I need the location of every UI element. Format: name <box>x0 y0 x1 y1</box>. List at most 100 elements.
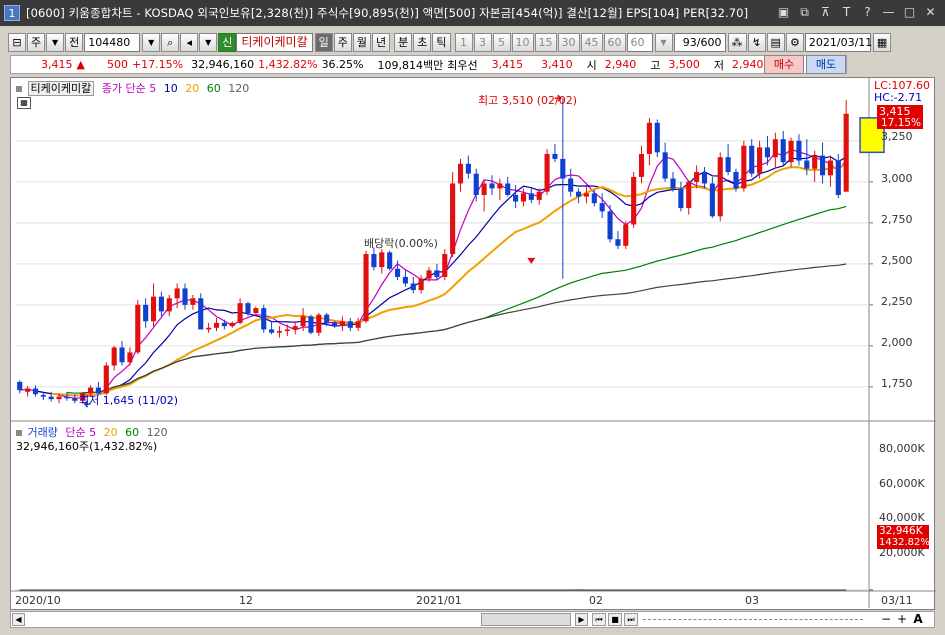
candle <box>820 155 826 176</box>
volume-tick: 80,000K <box>879 442 925 455</box>
zoom-out-icon[interactable]: − <box>879 612 893 626</box>
help-icon[interactable]: ? <box>859 4 876 21</box>
close-icon[interactable]: ✕ <box>922 4 939 21</box>
zoom-in-icon[interactable]: + <box>895 612 909 626</box>
minute-option-45[interactable]: 45 <box>580 32 603 52</box>
stock-name[interactable]: 티케이케미칼 <box>236 32 313 52</box>
auto-scale-icon[interactable]: A <box>911 612 925 626</box>
candle <box>402 276 408 284</box>
minute-option-15[interactable]: 15 <box>534 32 557 52</box>
candle <box>355 321 361 328</box>
chart-type-icon[interactable]: ↯ <box>747 32 766 52</box>
period-dropdown[interactable]: 주 <box>27 32 46 52</box>
candle <box>64 396 70 399</box>
candle <box>40 395 46 397</box>
stock-code-input[interactable]: 104480 <box>84 32 141 52</box>
candle <box>387 252 393 269</box>
sell-button[interactable]: 매도 <box>806 55 846 74</box>
maximize-icon[interactable]: □ <box>901 4 918 21</box>
candle <box>206 327 212 330</box>
minute-option-10[interactable]: 10 <box>511 32 534 52</box>
link-icon[interactable]: ▣ <box>775 4 792 21</box>
candlestick-chart[interactable] <box>11 78 936 611</box>
candle <box>324 314 330 323</box>
price-tick: 2,500 <box>881 254 913 267</box>
minute-option-5[interactable]: 5 <box>492 32 511 52</box>
candle <box>717 157 723 217</box>
minute-dropdown-icon[interactable]: ▼ <box>654 32 673 52</box>
speaker-icon[interactable]: ◂ <box>180 32 199 52</box>
prev-button[interactable]: 전 <box>65 32 84 52</box>
low-price: 2,940 <box>732 58 764 71</box>
data-table-icon[interactable]: ▦ <box>17 97 31 109</box>
date-input[interactable]: 2021/03/11 <box>804 32 872 52</box>
candle <box>568 178 574 192</box>
stop-icon[interactable]: ■ <box>608 613 622 626</box>
legend-ma10: 10 <box>163 82 178 95</box>
high-label: 고 <box>650 58 661 72</box>
date-tick: 03/11 <box>881 594 913 607</box>
count-input[interactable]: 93/600 <box>673 32 726 52</box>
candle <box>670 178 676 189</box>
minute-value-input[interactable]: 60 <box>626 32 653 52</box>
date-tick: 2020/10 <box>15 594 61 607</box>
tab-tick[interactable]: 틱 <box>432 32 451 52</box>
minute-option-30[interactable]: 30 <box>557 32 580 52</box>
search-icon[interactable]: ⌕ <box>161 32 180 52</box>
settings-gear-icon[interactable]: ⚙ <box>785 32 804 52</box>
candle <box>371 254 377 268</box>
indicator-icon[interactable]: ⁂ <box>727 32 747 52</box>
layout-icon[interactable]: ⊟ <box>8 32 26 52</box>
rewind-icon[interactable]: ⏮ <box>592 613 606 626</box>
shin-button[interactable]: 신 <box>218 32 237 52</box>
period-dropdown-arrow-icon[interactable]: ▼ <box>46 32 65 52</box>
candle <box>221 322 227 327</box>
candle <box>363 254 369 322</box>
candle <box>308 316 314 333</box>
legend-ma-prefix: 종가 단순 <box>101 82 146 95</box>
tab-year[interactable]: 년 <box>372 32 391 52</box>
percent-tag: 17.15% <box>877 117 923 129</box>
candle <box>701 172 708 184</box>
minute-option-3[interactable]: 3 <box>473 32 492 52</box>
restore-window-icon[interactable]: ⧉ <box>796 4 813 21</box>
minute-option-60[interactable]: 60 <box>603 32 626 52</box>
zoom-slider[interactable] <box>643 619 863 632</box>
text-icon[interactable]: T <box>838 4 855 21</box>
window-number-icon[interactable]: 1 <box>4 5 20 21</box>
chart-panel[interactable]: 티케이케미칼 종가 단순 5 10 20 60 120 ▦ 거래량 단순 5 2… <box>10 77 936 611</box>
tab-second[interactable]: 초 <box>413 32 432 52</box>
candle <box>552 153 558 159</box>
date-tick: 2021/01 <box>416 594 462 607</box>
scroll-right-icon[interactable]: ▶ <box>575 613 588 626</box>
code-dropdown-icon[interactable]: ▼ <box>142 32 161 52</box>
candle <box>166 298 172 312</box>
candle <box>103 365 109 394</box>
candle <box>528 193 534 200</box>
scroll-left-icon[interactable]: ◀ <box>12 613 25 626</box>
turnover-percent: 36.25% <box>321 58 364 71</box>
legend-stock-name[interactable]: 티케이케미칼 <box>27 81 95 96</box>
speaker-dropdown-icon[interactable]: ▼ <box>199 32 218 52</box>
tab-week[interactable]: 주 <box>333 32 352 52</box>
save-icon[interactable]: ▤ <box>766 32 785 52</box>
minimize-icon[interactable]: — <box>880 4 897 21</box>
ma-line-120 <box>82 263 847 394</box>
minute-option-1[interactable]: 1 <box>454 32 473 52</box>
calendar-icon[interactable]: ▦ <box>872 32 892 52</box>
pin-icon[interactable]: ⊼ <box>817 4 834 21</box>
candle <box>119 347 125 363</box>
hc-label: HC:-2.71 <box>874 91 923 104</box>
buy-button[interactable]: 매수 <box>764 55 804 74</box>
open-price: 2,940 <box>604 58 637 71</box>
candle <box>623 224 629 246</box>
forward-icon[interactable]: ⏭ <box>624 613 638 626</box>
tab-minute[interactable]: 분 <box>394 32 413 52</box>
candle <box>513 194 519 202</box>
chart-scrollbar[interactable]: ◀ ▶ ⏮ ■ ⏭ − + A <box>10 611 935 628</box>
candle <box>560 158 566 179</box>
tab-day[interactable]: 일 <box>314 32 333 52</box>
tab-month[interactable]: 월 <box>352 32 371 52</box>
best-ask: 3,415 <box>491 58 524 71</box>
scroll-thumb[interactable] <box>481 613 571 626</box>
